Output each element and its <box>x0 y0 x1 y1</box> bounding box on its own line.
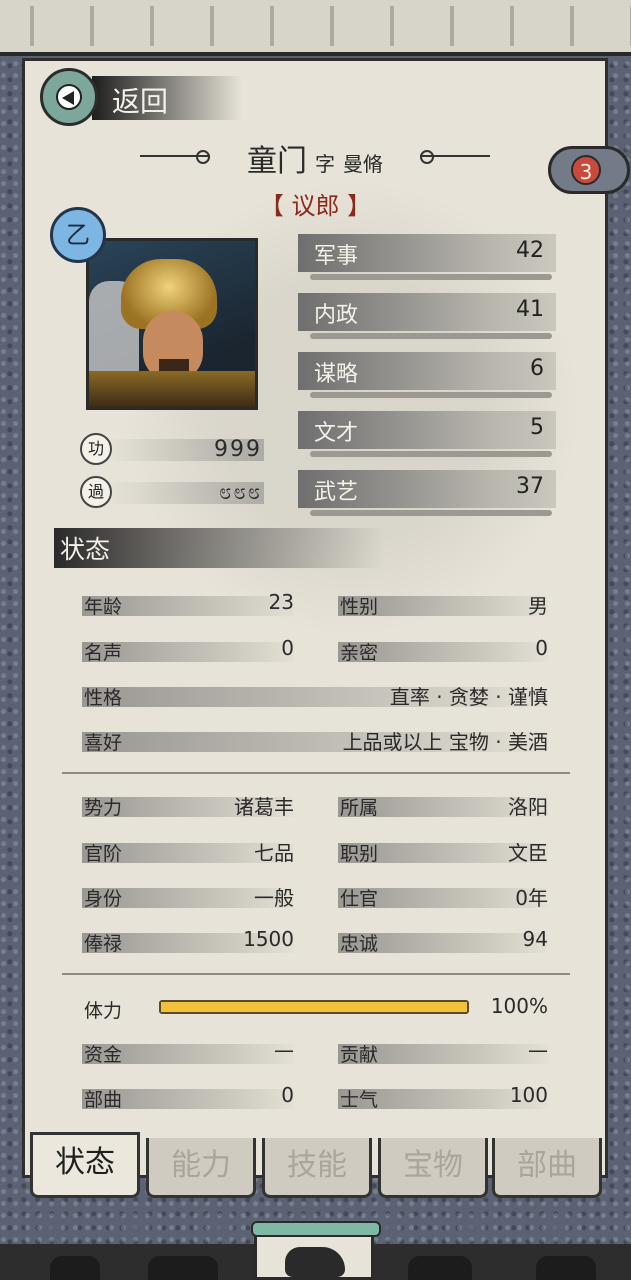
style-label: 字 <box>315 152 335 176</box>
nav-menu-icon[interactable] <box>536 1256 596 1280</box>
location-row: 所属 洛阳 <box>338 795 548 819</box>
loyalty-row: 忠诚 94 <box>338 927 548 955</box>
nav-map-button[interactable] <box>251 1221 381 1280</box>
ornament-left-icon <box>140 150 210 164</box>
gender-row: 性别男 <box>338 594 548 618</box>
notification-cloud-button[interactable]: 3 <box>548 146 630 194</box>
merit-value: 999 <box>214 437 262 462</box>
fame-row: 名声 0 <box>82 636 294 664</box>
back-button[interactable]: 返回 <box>40 68 242 126</box>
funds-row: 资金 — <box>82 1038 294 1066</box>
merit-seal-icon: 功 <box>80 433 112 465</box>
attr-politics: 内政 41 <box>298 293 556 339</box>
nav-army-icon[interactable] <box>148 1256 218 1280</box>
divider <box>62 973 570 975</box>
back-label: 返回 <box>112 85 169 118</box>
style-name: 曼脩 <box>343 152 383 176</box>
tab-bar: 状态 能力 技能 宝物 部曲 <box>30 1132 610 1208</box>
nav-character-icon[interactable] <box>50 1256 100 1280</box>
character-name: 童门 <box>247 144 307 179</box>
ornament-right-icon <box>420 150 490 164</box>
salary-row: 俸禄 1500 <box>82 927 294 955</box>
merit-row: 功 999 <box>80 433 270 467</box>
status-section-title: 状态 <box>54 528 384 568</box>
demerit-value: ೮೮೮ <box>219 480 262 505</box>
contribution-row: 贡献 — <box>338 1038 548 1066</box>
notification-count: 3 <box>571 155 601 185</box>
back-arrow-icon <box>40 68 98 126</box>
name-header: 童门字曼脩 <box>140 136 490 179</box>
grade-badge: 乙 <box>50 207 106 263</box>
attr-martial: 武艺 37 <box>298 470 556 516</box>
service-row: 仕官 0年 <box>338 886 548 910</box>
position-row: 职别 文臣 <box>338 841 548 865</box>
tab-troops[interactable]: 部曲 <box>492 1138 602 1198</box>
nav-building-icon[interactable] <box>408 1256 472 1280</box>
attr-literary: 文才 5 <box>298 411 556 457</box>
troops-row: 部曲 0 <box>82 1083 294 1111</box>
divider <box>62 772 570 774</box>
map-icon <box>285 1247 345 1277</box>
identity-row: 身份 一般 <box>82 886 294 910</box>
intimacy-row: 亲密 0 <box>338 636 548 664</box>
attr-strategy: 谋略 6 <box>298 352 556 398</box>
stamina-fill <box>161 1002 467 1012</box>
hobby-row: 喜好 上品或以上 宝物 · 美酒 <box>82 730 548 754</box>
official-rank-row: 官阶 七品 <box>82 841 294 865</box>
tab-ability[interactable]: 能力 <box>146 1138 256 1198</box>
demerit-row: 過 ೮೮೮ <box>80 476 270 510</box>
stamina-bar <box>159 1000 469 1014</box>
age-row: 年龄 23 <box>82 590 294 618</box>
top-ornament-band <box>0 0 631 56</box>
demerit-seal-icon: 過 <box>80 476 112 508</box>
personality-row: 性格 直率 · 贪婪 · 谨慎 <box>82 685 548 709</box>
morale-row: 士气 100 <box>338 1083 548 1111</box>
character-portrait[interactable] <box>86 238 258 410</box>
faction-row: 势力 诸葛丰 <box>82 795 294 819</box>
tab-status[interactable]: 状态 <box>30 1132 140 1198</box>
attr-military: 军事 42 <box>298 234 556 280</box>
tab-skills[interactable]: 技能 <box>262 1138 372 1198</box>
tab-treasure[interactable]: 宝物 <box>378 1138 488 1198</box>
